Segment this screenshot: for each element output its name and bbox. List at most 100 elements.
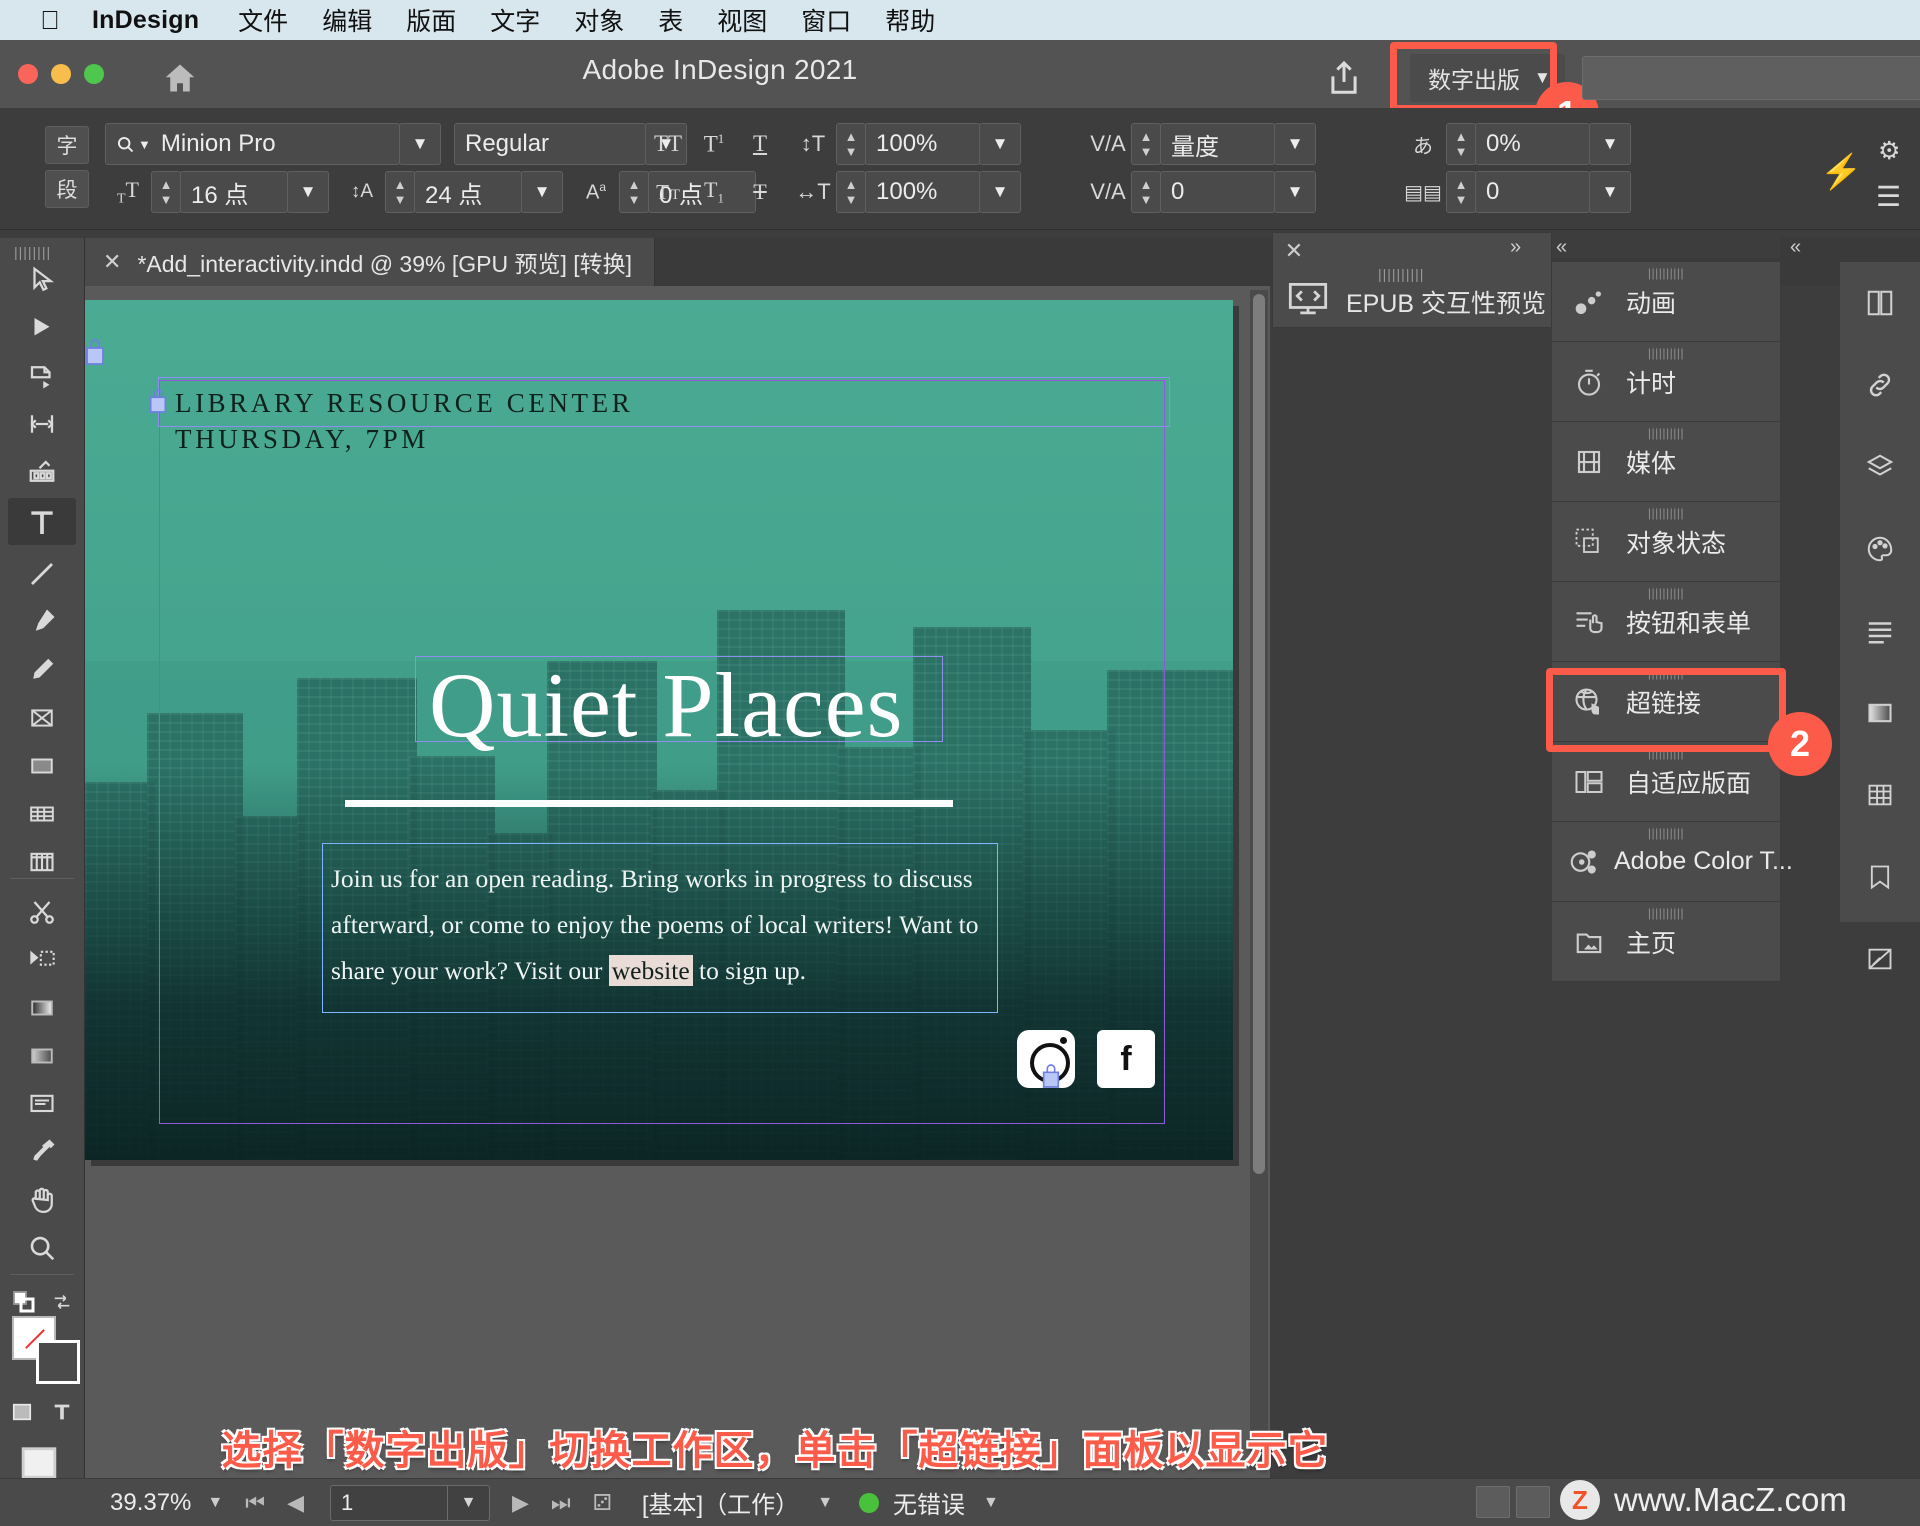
skew-dropdown[interactable]: ▼	[1589, 171, 1631, 213]
panel-item-adobe-color-themes[interactable]: |||||||||| Adobe Color T...	[1552, 822, 1793, 902]
single-page-view-button[interactable]	[1476, 1486, 1510, 1518]
panel-grip[interactable]: ||||||||||	[1648, 426, 1684, 440]
scrollbar-thumb[interactable]	[1253, 294, 1265, 1174]
font-size-field[interactable]: 16 点	[180, 171, 288, 213]
skew-field[interactable]: 0	[1475, 171, 1590, 213]
selection-tool[interactable]	[8, 256, 76, 303]
font-size-stepper[interactable]: ▲ ▼	[151, 171, 181, 213]
page-number-field[interactable]: 1 ▼	[329, 1484, 490, 1521]
horizontal-scale-dropdown[interactable]: ▼	[979, 171, 1021, 213]
menu-item-type[interactable]: 文字	[490, 2, 540, 38]
frame-tool[interactable]	[8, 694, 76, 741]
rail-collapse-icon[interactable]: «	[1790, 236, 1801, 259]
panel-item-hyperlinks[interactable]: |||||||||| 超链接	[1552, 662, 1780, 742]
horizontal-scale-field[interactable]: 100%	[865, 171, 980, 213]
stroke-swatch[interactable]	[36, 1340, 80, 1384]
paragraph-formatting-button[interactable]: 段	[45, 170, 89, 208]
tsume-dropdown[interactable]: ▼	[1589, 123, 1631, 165]
free-transform-tool[interactable]	[8, 936, 76, 983]
first-page-icon[interactable]: ⏮	[245, 1490, 265, 1516]
panel-item-buttons-and-forms[interactable]: |||||||||| 按钮和表单	[1552, 582, 1780, 662]
strikethrough-icon[interactable]: T	[737, 171, 783, 213]
panel-item-object-states[interactable]: |||||||||| 对象状态	[1552, 502, 1780, 582]
kerning-stepper[interactable]: ▲ ▼	[1131, 123, 1161, 165]
tracking-dropdown[interactable]: ▼	[1274, 171, 1316, 213]
small-caps-icon[interactable]: T T	[645, 171, 691, 213]
facebook-icon[interactable]: f	[1097, 1030, 1155, 1088]
panel-grip[interactable]: ||||||||||	[1648, 586, 1684, 600]
gap-tool[interactable]	[8, 400, 76, 447]
line-tool[interactable]	[8, 550, 76, 597]
character-formatting-button[interactable]: 字	[45, 126, 89, 164]
font-style-field[interactable]: Regular	[454, 123, 646, 165]
panel-item-animation[interactable]: |||||||||| 动画	[1552, 262, 1780, 342]
tsume-field[interactable]: 0%	[1475, 123, 1590, 165]
close-icon[interactable]: ✕	[1276, 236, 1312, 266]
zoom-level-value[interactable]: 39.37%	[110, 1489, 191, 1517]
paragraph-styles-rail-icon[interactable]	[1840, 590, 1920, 672]
panel-grip[interactable]: ||||||||||	[1648, 666, 1684, 680]
zoom-tool[interactable]	[8, 1224, 76, 1271]
menu-item-help[interactable]: 帮助	[885, 2, 935, 38]
effects-rail-icon[interactable]	[1840, 918, 1920, 1000]
panel-grip[interactable]: ||||||||||	[1648, 266, 1684, 280]
next-page-icon[interactable]: ▶	[512, 1490, 529, 1516]
panel-grip[interactable]: ||||||||||	[1648, 826, 1684, 840]
layers-rail-icon[interactable]	[1840, 426, 1920, 508]
tracking-field[interactable]: 0	[1160, 171, 1275, 213]
superscript-icon[interactable]: T1	[691, 123, 737, 165]
menu-item-object[interactable]: 对象	[574, 2, 624, 38]
share-icon[interactable]	[1325, 58, 1365, 100]
epub-preview-row[interactable]: EPUB 交互性预览	[1288, 282, 1546, 321]
chevron-double-left-icon[interactable]: «	[1556, 236, 1567, 259]
panel-grip[interactable]: ||||||||||	[1378, 266, 1424, 282]
color-rail-icon[interactable]	[1840, 508, 1920, 590]
direct-selection-tool[interactable]	[8, 304, 76, 351]
panel-grip[interactable]: ||||||||||	[1648, 746, 1684, 760]
preflight-profile-value[interactable]: [基本]（工作）	[642, 1485, 799, 1520]
note-tool[interactable]	[8, 1080, 76, 1127]
hand-tool[interactable]	[8, 1176, 76, 1223]
panel-item-media[interactable]: |||||||||| 媒体	[1552, 422, 1780, 502]
bookmarks-rail-icon[interactable]	[1840, 836, 1920, 918]
font-family-field[interactable]: ▼ Minion Pro	[105, 123, 400, 165]
vertical-scale-dropdown[interactable]: ▼	[979, 123, 1021, 165]
vertical-scale-field[interactable]: 100%	[865, 123, 980, 165]
underline-icon[interactable]: T	[737, 123, 783, 165]
pages-rail-icon[interactable]	[1840, 262, 1920, 344]
menu-item-edit[interactable]: 编辑	[322, 2, 372, 38]
font-family-dropdown[interactable]: ▼	[399, 123, 441, 165]
pen-tool[interactable]	[8, 598, 76, 645]
document-canvas[interactable]: LIBRARY RESOURCE CENTER THURSDAY, 7PM Qu…	[85, 286, 1270, 1478]
pencil-tool[interactable]	[8, 646, 76, 693]
links-rail-icon[interactable]	[1840, 344, 1920, 426]
chevron-down-icon[interactable]: ▼	[983, 1494, 999, 1512]
hamburger-icon[interactable]: ☰	[1876, 180, 1901, 213]
panel-item-liquid-layout[interactable]: |||||||||| 自适应版面	[1552, 742, 1780, 822]
gradient-swatch-tool[interactable]	[8, 984, 76, 1031]
prev-page-icon[interactable]: ◀	[287, 1490, 304, 1516]
menu-item-table[interactable]: 表	[658, 2, 683, 38]
tracking-stepper[interactable]: ▲ ▼	[1131, 171, 1161, 213]
page-tool[interactable]	[8, 352, 76, 399]
horizontal-scale-stepper[interactable]: ▲ ▼	[836, 171, 866, 213]
tsume-stepper[interactable]: ▲ ▼	[1446, 123, 1476, 165]
panel-grip[interactable]: ||||||||||	[1648, 906, 1684, 920]
menu-item-layout[interactable]: 版面	[406, 2, 456, 38]
leading-field[interactable]: 24 点	[414, 171, 522, 213]
gradient-feather-tool[interactable]	[8, 1032, 76, 1079]
menu-item-view[interactable]: 视图	[717, 2, 767, 38]
eyedropper-tool[interactable]	[8, 1128, 76, 1175]
gear-icon[interactable]: ⚙	[1878, 136, 1900, 166]
tables-rail-icon[interactable]	[1840, 754, 1920, 836]
chevron-double-right-icon[interactable]: »	[1510, 236, 1521, 259]
last-page-icon[interactable]: ⏭	[551, 1490, 571, 1516]
panel-grip[interactable]: ||||||||||	[1648, 346, 1684, 360]
chevron-down-icon[interactable]: ▼	[446, 1485, 489, 1520]
chevron-down-icon[interactable]: ▼	[817, 1494, 833, 1512]
gradient-rail-icon[interactable]	[1840, 672, 1920, 754]
vertical-scrollbar[interactable]	[1250, 290, 1268, 1470]
vertical-scale-stepper[interactable]: ▲ ▼	[836, 123, 866, 165]
hyperlink-text[interactable]: website	[608, 955, 693, 986]
skew-stepper[interactable]: ▲ ▼	[1446, 171, 1476, 213]
